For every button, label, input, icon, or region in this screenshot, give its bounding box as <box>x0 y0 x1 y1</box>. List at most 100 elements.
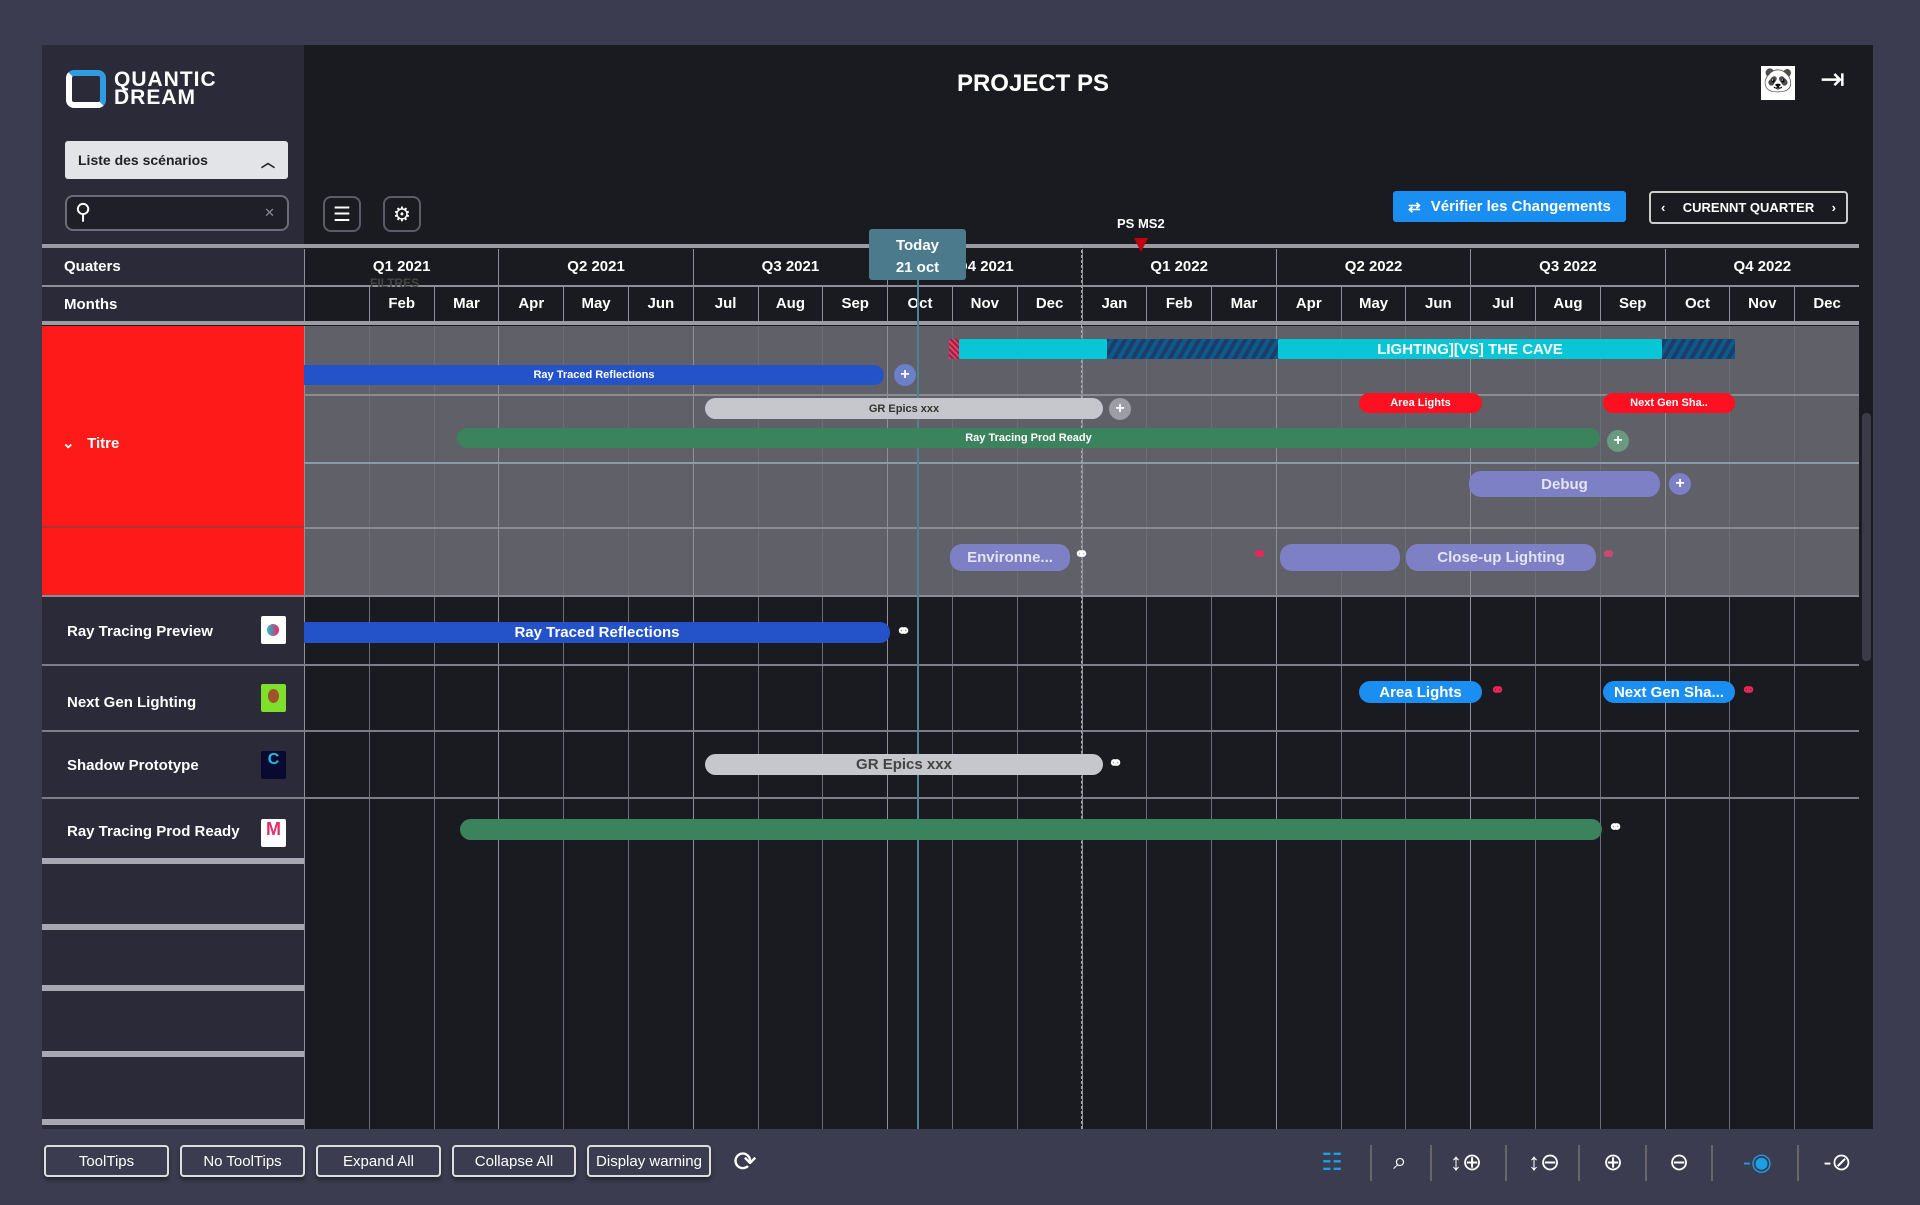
area-lights-bar[interactable]: Area Lights <box>1359 681 1482 703</box>
closeup-lighting-bar[interactable]: Close-up Lighting <box>1406 544 1596 571</box>
chevron-up-icon: ︿ <box>261 154 275 170</box>
row-divider <box>42 730 1859 732</box>
lighting-gap <box>1662 339 1735 359</box>
today-label: Today <box>895 237 940 254</box>
list-view-icon[interactable]: ☷ <box>1312 1148 1352 1177</box>
header-divider <box>42 321 1859 325</box>
hide-icon[interactable]: -⊘ <box>1810 1148 1865 1177</box>
collapse-all-button[interactable]: Collapse All <box>452 1145 576 1177</box>
add-icon[interactable]: + <box>1109 398 1131 420</box>
row-separator <box>42 858 304 864</box>
row-divider <box>42 664 1859 666</box>
tooltips-button[interactable]: ToolTips <box>44 1145 169 1177</box>
group-header[interactable] <box>42 326 304 596</box>
group-label[interactable]: ⌄ Titre <box>62 434 119 452</box>
next-gen-bar[interactable]: Next Gen Sha... <box>1603 681 1735 703</box>
vertical-scrollbar[interactable] <box>1862 413 1871 661</box>
link-icon[interactable]: ⚭ <box>1074 544 1089 565</box>
lighting-bar[interactable] <box>959 339 1107 359</box>
row-separator <box>42 1051 304 1057</box>
area-lights-bar[interactable]: Area Lights <box>1359 393 1482 413</box>
logout-icon[interactable]: ⇥ <box>1820 62 1845 97</box>
horizontal-zoom-in-icon[interactable]: ⊕ <box>1593 1148 1633 1177</box>
gr-epics-bar[interactable]: GR Epics xxx <box>705 754 1103 775</box>
row-label[interactable]: Ray Tracing Preview <box>67 623 213 640</box>
quarter-label: Q3 2021 <box>692 249 887 285</box>
row-label[interactable]: Ray Tracing Prod Ready <box>67 823 240 840</box>
refresh-icon[interactable]: ⟳ <box>725 1145 765 1178</box>
prod-ready-bar[interactable]: Ray Tracing Prod Ready <box>457 428 1600 448</box>
vertical-zoom-out-icon[interactable]: ↕⊖ <box>1524 1148 1564 1177</box>
month-label: Oct <box>1664 287 1730 321</box>
horizontal-zoom-out-icon[interactable]: ⊖ <box>1659 1148 1699 1177</box>
chevron-right-icon[interactable]: › <box>1832 200 1836 215</box>
quarters-label: Quaters <box>64 258 121 275</box>
scenario-dropdown[interactable]: Liste des scénarios ︿ <box>65 141 288 179</box>
add-icon[interactable]: + <box>1669 473 1691 495</box>
link-icon[interactable]: ⚭ <box>896 621 911 642</box>
link-icon[interactable]: ⚭ <box>1108 753 1123 774</box>
link-broken-icon[interactable]: ⚭ <box>1741 680 1756 701</box>
search-input[interactable]: ⚲ ✕ <box>65 195 289 231</box>
month-label: Apr <box>1275 287 1341 321</box>
prod-ready-bar[interactable] <box>460 819 1602 840</box>
link-broken-icon[interactable]: ⚭ <box>1490 680 1505 701</box>
no-tooltips-button[interactable]: No ToolTips <box>180 1145 305 1177</box>
gr-epics-bar[interactable]: GR Epics xxx <box>705 398 1103 419</box>
ray-traced-bar[interactable]: Ray Traced Reflections <box>304 365 884 385</box>
ray-traced-bar[interactable]: Ray Traced Reflections <box>304 622 890 643</box>
row-label[interactable]: Shadow Prototype <box>67 757 199 774</box>
filters-ghost-label: FILTRES <box>370 276 420 290</box>
avatar <box>261 684 286 712</box>
sliders-icon: ☰ <box>333 203 351 226</box>
row-separator <box>42 1119 304 1125</box>
verify-changes-button[interactable]: ⇄ Vérifier les Changements <box>1393 191 1626 222</box>
quarter-label: Q1 2022 <box>1081 249 1276 285</box>
lighting-gap <box>1107 339 1278 359</box>
next-gen-bar[interactable]: Next Gen Sha.. <box>1603 393 1735 413</box>
current-quarter-nav[interactable]: ‹ CURENNT QUARTER › <box>1649 191 1848 224</box>
expand-all-button[interactable]: Expand All <box>316 1145 441 1177</box>
link-broken-icon[interactable]: ⚭ <box>1252 544 1267 565</box>
link-icon[interactable]: ⚭ <box>1608 817 1623 838</box>
month-label: Jun <box>627 287 693 321</box>
month-label: May <box>563 287 628 321</box>
add-icon[interactable]: + <box>894 364 916 386</box>
debug-bar[interactable]: Debug <box>1469 471 1660 497</box>
month-label: Sep <box>822 287 887 321</box>
dropdown-label: Liste des scénarios <box>78 152 208 168</box>
month-label: Jun <box>1405 287 1470 321</box>
zoom-fit-icon[interactable]: ⌕ <box>1380 1148 1420 1176</box>
lighting-bar[interactable]: LIGHTING][VS] THE CAVE <box>1278 339 1662 359</box>
display-warning-button[interactable]: Display warning <box>587 1145 711 1177</box>
vertical-zoom-in-icon[interactable]: ↕⊕ <box>1446 1148 1486 1177</box>
chevron-left-icon[interactable]: ‹ <box>1661 200 1665 215</box>
environment-bar[interactable]: Environne... <box>950 544 1070 571</box>
grid-line <box>368 326 370 1129</box>
chevron-down-icon[interactable]: ⌄ <box>62 435 75 452</box>
avatar: C <box>261 751 286 779</box>
settings-button[interactable]: ⚙ <box>383 196 421 232</box>
grid-line <box>304 326 305 1129</box>
panda-logo-icon[interactable]: 🐼 <box>1761 66 1795 100</box>
row-label[interactable]: Next Gen Lighting <box>67 694 196 711</box>
milestone-start-marker <box>949 339 959 359</box>
month-label: Dec <box>1794 287 1859 321</box>
month-label: Apr <box>498 287 563 321</box>
unnamed-bar[interactable] <box>1280 544 1400 571</box>
period-label: CURENNT QUARTER <box>1682 200 1815 215</box>
filters-button[interactable]: ☰ <box>323 196 361 232</box>
add-icon[interactable]: + <box>1607 430 1629 452</box>
milestone-marker-icon[interactable] <box>1134 238 1148 252</box>
month-label: May <box>1340 287 1406 321</box>
show-icon[interactable]: -◉ <box>1730 1148 1785 1177</box>
month-label: Nov <box>1729 287 1794 321</box>
avatar: M <box>261 819 286 847</box>
divider <box>1711 1145 1713 1181</box>
link-broken-icon[interactable]: ⚭ <box>1601 544 1616 565</box>
grid-line <box>1664 326 1666 1129</box>
month-label <box>304 287 369 321</box>
quarter-label: Q3 2022 <box>1470 249 1664 285</box>
clear-icon[interactable]: ✕ <box>264 205 275 221</box>
quarter-boundary-line <box>1081 245 1082 1129</box>
